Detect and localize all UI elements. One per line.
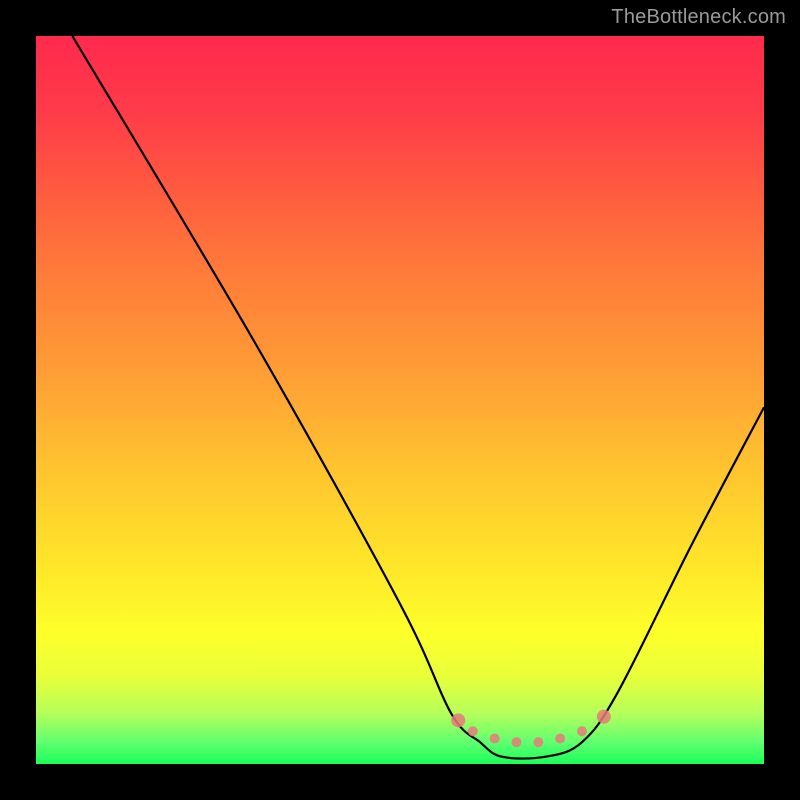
bottleneck-curve — [72, 36, 764, 759]
plot-area — [36, 36, 764, 764]
optimal-dot — [555, 734, 565, 744]
optimal-dot — [597, 710, 611, 724]
plot-svg — [36, 36, 764, 764]
optimal-dot — [451, 713, 465, 727]
optimal-dot — [468, 726, 478, 736]
optimal-dot — [490, 734, 500, 744]
optimal-dot — [533, 737, 543, 747]
optimal-band-dots — [451, 710, 611, 747]
chart-container: TheBottleneck.com — [0, 0, 800, 800]
attribution-label: TheBottleneck.com — [611, 6, 786, 29]
optimal-dot — [577, 726, 587, 736]
optimal-dot — [511, 737, 521, 747]
